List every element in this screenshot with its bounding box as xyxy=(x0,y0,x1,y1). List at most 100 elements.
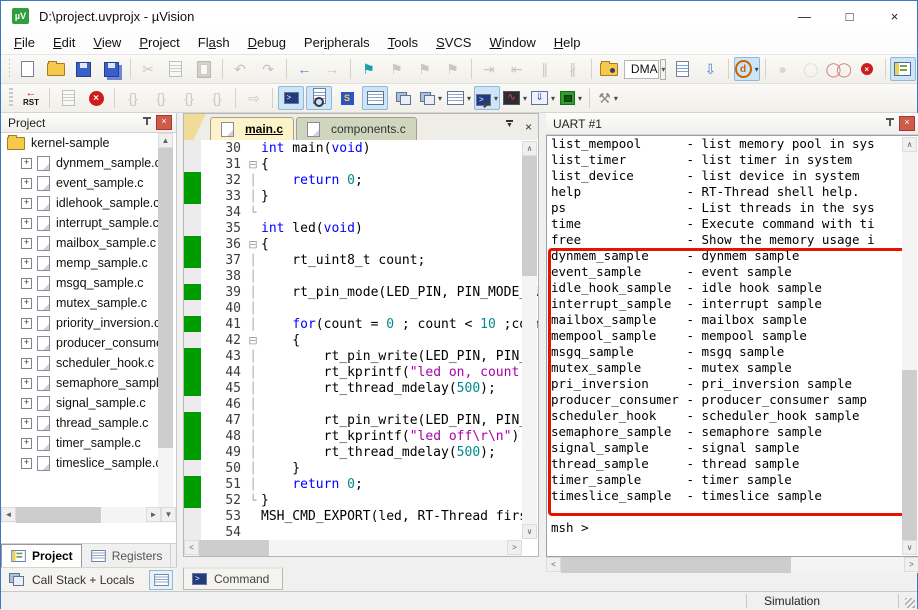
tab-project[interactable]: Project xyxy=(1,544,82,567)
dropdown-arrow-icon[interactable]: ▾ xyxy=(467,94,471,103)
uart-vscrollbar[interactable]: ∧ ∨ xyxy=(902,137,917,555)
tab-registers[interactable]: Registers xyxy=(82,544,172,567)
run-to-cursor-button[interactable]: {} xyxy=(204,86,230,110)
scroll-up-icon[interactable]: ∧ xyxy=(902,137,917,152)
save-button[interactable] xyxy=(71,57,97,81)
scrollbar-thumb[interactable] xyxy=(902,370,917,540)
save-all-button[interactable] xyxy=(99,57,125,81)
uncomment-button[interactable]: ∦ xyxy=(560,57,586,81)
memory-window-button[interactable]: ▾ xyxy=(446,86,472,110)
dropdown-arrow-icon[interactable]: ▾ xyxy=(438,94,442,103)
dropdown-arrow-icon[interactable]: ▾ xyxy=(523,94,527,103)
goto-button[interactable]: ⇨ xyxy=(241,86,267,110)
menu-flash[interactable]: Flash xyxy=(189,31,239,55)
watch-window-button[interactable]: ▾ xyxy=(418,86,444,110)
expand-icon[interactable]: + xyxy=(21,398,32,409)
expand-icon[interactable]: + xyxy=(21,178,32,189)
scroll-left-icon[interactable]: < xyxy=(546,557,561,572)
symbol-window-button[interactable]: S xyxy=(334,86,360,110)
scrollbar-thumb[interactable] xyxy=(561,557,791,573)
menu-view[interactable]: View xyxy=(84,31,130,55)
dropdown-arrow-icon[interactable]: ▾ xyxy=(551,94,555,103)
uart-hscrollbar[interactable]: < > xyxy=(546,557,918,573)
expand-icon[interactable]: + xyxy=(21,458,32,469)
tree-item-mailbox-sample-c[interactable]: +mailbox_sample.c xyxy=(1,233,176,253)
enable-breakpoint-button[interactable]: ◯ xyxy=(798,57,824,81)
tree-item-scheduler-hook-c[interactable]: +scheduler_hook.c xyxy=(1,353,176,373)
tab-main-c[interactable]: main.c xyxy=(210,117,294,140)
tree-item-mutex-sample-c[interactable]: +mutex_sample.c xyxy=(1,293,176,313)
pin-icon[interactable] xyxy=(142,117,152,129)
pin-icon[interactable] xyxy=(885,118,895,130)
new-file-button[interactable] xyxy=(15,57,41,81)
tree-item-timeslice-sample-c[interactable]: +timeslice_sample.c xyxy=(1,453,176,473)
serial-window-button[interactable]: >▾ xyxy=(474,86,500,110)
menu-project[interactable]: Project xyxy=(130,31,188,55)
maximize-button[interactable]: □ xyxy=(827,1,872,31)
expand-icon[interactable]: + xyxy=(21,418,32,429)
tab-list-icon[interactable]: ▼ xyxy=(506,120,513,134)
step-out-button[interactable]: {} xyxy=(176,86,202,110)
call-stack-window-button[interactable] xyxy=(390,86,416,110)
incremental-find-button[interactable]: ⇩ xyxy=(697,57,723,81)
scrollbar-thumb[interactable] xyxy=(199,540,269,556)
step-over-button[interactable]: {} xyxy=(148,86,174,110)
reset-button[interactable]: ←RST xyxy=(18,86,44,110)
fold-collapse-icon[interactable]: ⊟ xyxy=(245,238,261,251)
expand-icon[interactable]: + xyxy=(21,278,32,289)
fold-collapse-icon[interactable]: ⊟ xyxy=(245,334,261,347)
menu-peripherals[interactable]: Peripherals xyxy=(295,31,379,55)
menu-tools[interactable]: Tools xyxy=(379,31,427,55)
disable-all-breakpoints-button[interactable]: ◯◯ xyxy=(826,57,852,81)
insert-breakpoint-button[interactable]: ● xyxy=(770,57,796,81)
editor-hscrollbar[interactable]: < > xyxy=(184,540,522,556)
scroll-right-icon[interactable]: > xyxy=(904,557,918,572)
outdent-button[interactable]: ⇤ xyxy=(504,57,530,81)
panel-close-icon[interactable]: × xyxy=(899,116,915,131)
close-button[interactable]: × xyxy=(872,1,917,31)
tree-item-memp-sample-c[interactable]: +memp_sample.c xyxy=(1,253,176,273)
search-combo[interactable]: DMA xyxy=(624,60,659,79)
project-window-button[interactable] xyxy=(890,57,916,81)
find-button[interactable]: d▾ xyxy=(734,57,760,81)
menu-window[interactable]: Window xyxy=(480,31,544,55)
uart-output[interactable]: list_mempool - list memory pool in sysli… xyxy=(546,135,918,557)
analysis-window-button[interactable]: ∿▾ xyxy=(502,86,528,110)
tree-item-timer-sample-c[interactable]: +timer_sample.c xyxy=(1,433,176,453)
expand-icon[interactable]: + xyxy=(21,338,32,349)
kill-all-breakpoints-button[interactable]: × xyxy=(854,57,880,81)
cut-button[interactable]: ✂ xyxy=(135,57,161,81)
tree-item-idlehook-sample-c[interactable]: +idlehook_sample.c xyxy=(1,193,176,213)
scroll-left-icon[interactable]: ◄ xyxy=(1,507,16,522)
dropdown-arrow-icon[interactable]: ▾ xyxy=(494,94,498,103)
project-tree-vscrollbar[interactable]: ▲ xyxy=(158,133,173,507)
expand-icon[interactable]: + xyxy=(21,318,32,329)
open-file-button[interactable] xyxy=(43,57,69,81)
tree-item-producer-consumer[interactable]: +producer_consumer xyxy=(1,333,176,353)
tree-item-dynmem-sample-c[interactable]: +dynmem_sample.c xyxy=(1,153,176,173)
run-button[interactable] xyxy=(55,86,81,110)
tree-item-event-sample-c[interactable]: +event_sample.c xyxy=(1,173,176,193)
expand-icon[interactable]: + xyxy=(21,378,32,389)
tree-item-signal-sample-c[interactable]: +signal_sample.c xyxy=(1,393,176,413)
tree-item-semaphore-sample-[interactable]: +semaphore_sample. xyxy=(1,373,176,393)
expand-icon[interactable]: + xyxy=(21,358,32,369)
dropdown-arrow-icon[interactable]: ▾ xyxy=(578,94,582,103)
scrollbar-thumb[interactable] xyxy=(158,148,173,448)
tree-item-thread-sample-c[interactable]: +thread_sample.c xyxy=(1,413,176,433)
navigate-back-button[interactable]: ← xyxy=(291,57,317,81)
command-window-button[interactable]: > xyxy=(278,86,304,110)
project-tree-hscrollbar[interactable]: ◄ ► ▼ xyxy=(1,507,176,523)
tab-command[interactable]: > Command xyxy=(183,567,283,590)
menu-debug[interactable]: Debug xyxy=(239,31,295,55)
tree-item-interrupt-sample-c[interactable]: +interrupt_sample.c xyxy=(1,213,176,233)
trace-window-button[interactable]: ⇓▾ xyxy=(530,86,556,110)
tab-components-c[interactable]: components.c xyxy=(296,117,417,140)
code-area[interactable]: 30int main(void)31⊟{32│ return 0;33│}34└… xyxy=(184,140,538,540)
menu-svcs[interactable]: SVCS xyxy=(427,31,480,55)
expand-icon[interactable]: + xyxy=(21,218,32,229)
next-bookmark-button[interactable]: ⚑ xyxy=(412,57,438,81)
menu-help[interactable]: Help xyxy=(545,31,590,55)
expand-icon[interactable]: + xyxy=(21,198,32,209)
step-button[interactable]: {} xyxy=(120,86,146,110)
